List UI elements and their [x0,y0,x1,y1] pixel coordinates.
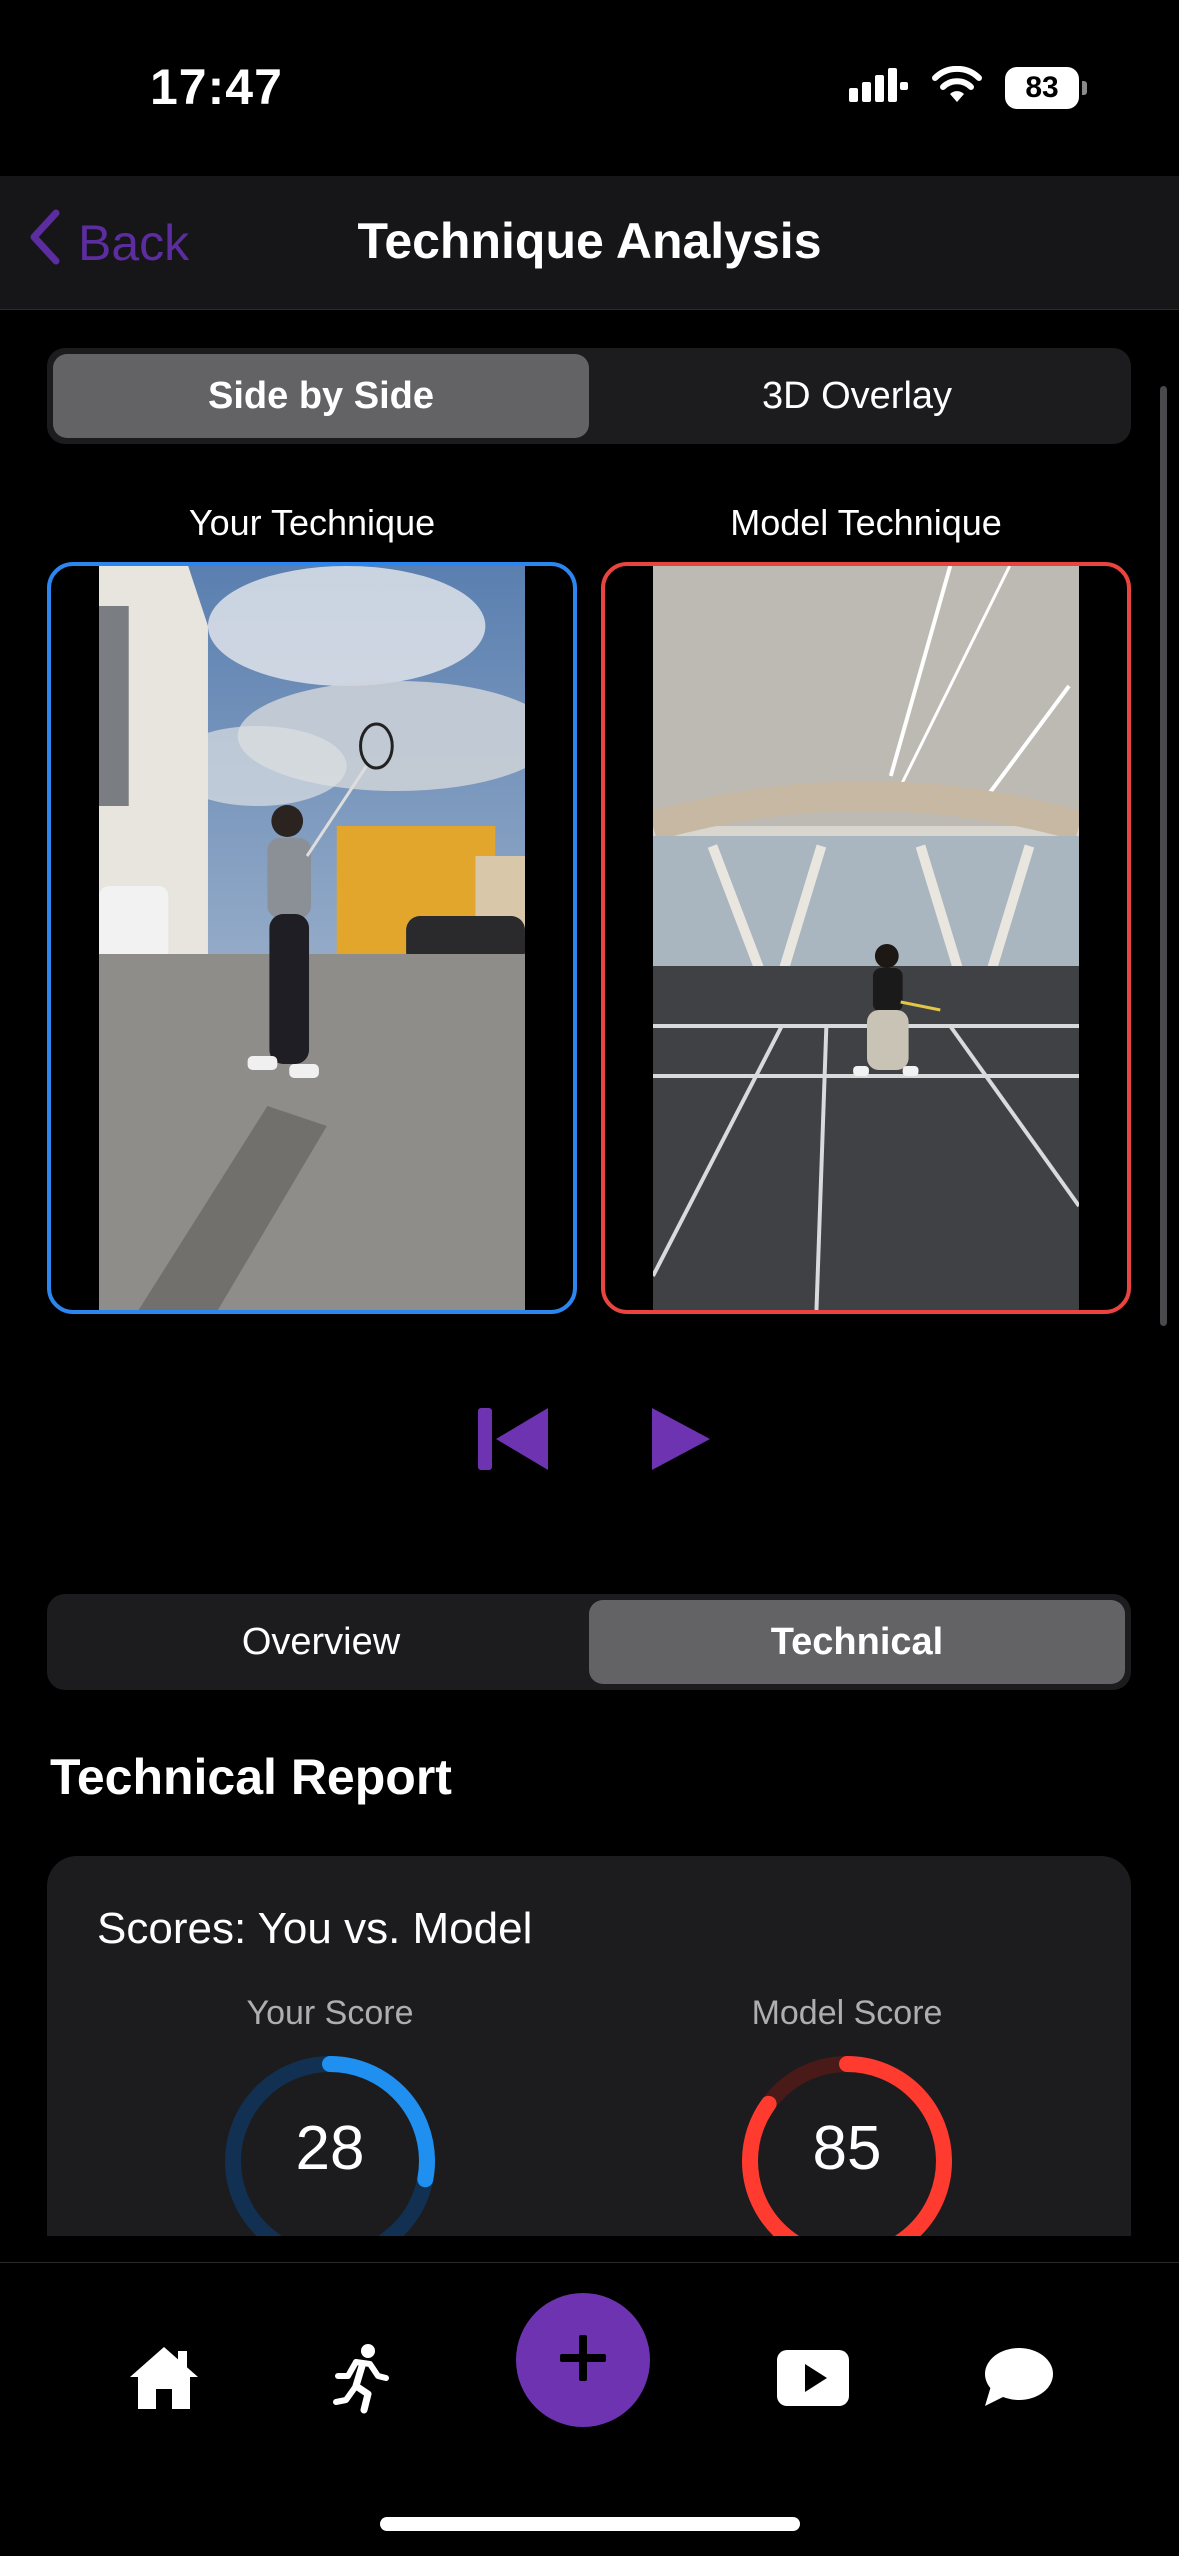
page-title: Technique Analysis [357,213,822,269]
your-score-label: Your Score [246,1994,414,2032]
model-technique-label: Model Technique [730,502,1002,543]
view-mode-toggle: Side by Side 3D Overlay [47,348,1131,444]
navigation-bar: Back Technique Analysis [0,176,1179,310]
play-rectangle-icon [777,2349,849,2411]
your-technique-video[interactable] [47,562,577,1314]
tab-side-by-side[interactable]: Side by Side [53,354,589,438]
scrollbar[interactable] [1160,386,1167,1326]
cellular-signal-icon [849,66,909,111]
home-indicator [380,2517,800,2531]
play-icon [644,1404,714,1479]
model-score-ring: 85 [737,2051,957,2236]
tab-activity[interactable] [305,2325,415,2435]
your-score-column: Your Score 28 [180,1994,480,2236]
status-icons: 83 [849,64,1087,112]
your-score-ring: 28 [220,2051,440,2236]
your-score-value: 28 [295,2114,365,2183]
battery-indicator: 83 [1005,67,1087,109]
model-score-column: Model Score 85 [697,1994,997,2236]
tab-messages[interactable] [962,2325,1072,2435]
scores-card: Scores: You vs. Model Your Score 28 Mode… [47,1856,1131,2236]
tab-videos[interactable] [758,2325,868,2435]
chat-bubble-icon [981,2346,1053,2415]
tab-technical[interactable]: Technical [589,1600,1125,1684]
section-title: Technical Report [50,1749,452,1805]
tab-bar [0,2262,1179,2556]
add-button[interactable] [516,2293,650,2427]
status-time: 17:47 [150,59,283,115]
play-button[interactable] [634,1396,724,1486]
plus-icon [558,2333,608,2388]
model-video-frame [653,566,1079,1310]
report-tabs: Overview Technical [47,1594,1131,1690]
model-score-label: Model Score [751,1994,943,2032]
your-video-frame [99,566,525,1310]
tab-home[interactable] [109,2325,219,2435]
tab-overview[interactable]: Overview [53,1600,589,1684]
model-score-value: 85 [812,2114,882,2183]
skip-back-icon [474,1404,554,1479]
running-icon [330,2342,390,2419]
tab-3d-overlay[interactable]: 3D Overlay [589,354,1125,438]
scores-card-title: Scores: You vs. Model [97,1904,533,1953]
status-bar: 17:47 83 [0,0,1179,176]
home-icon [126,2343,202,2418]
your-technique-label: Your Technique [188,502,436,543]
model-technique-video[interactable] [601,562,1131,1314]
wifi-icon [931,65,983,111]
skip-to-start-button[interactable] [469,1396,559,1486]
